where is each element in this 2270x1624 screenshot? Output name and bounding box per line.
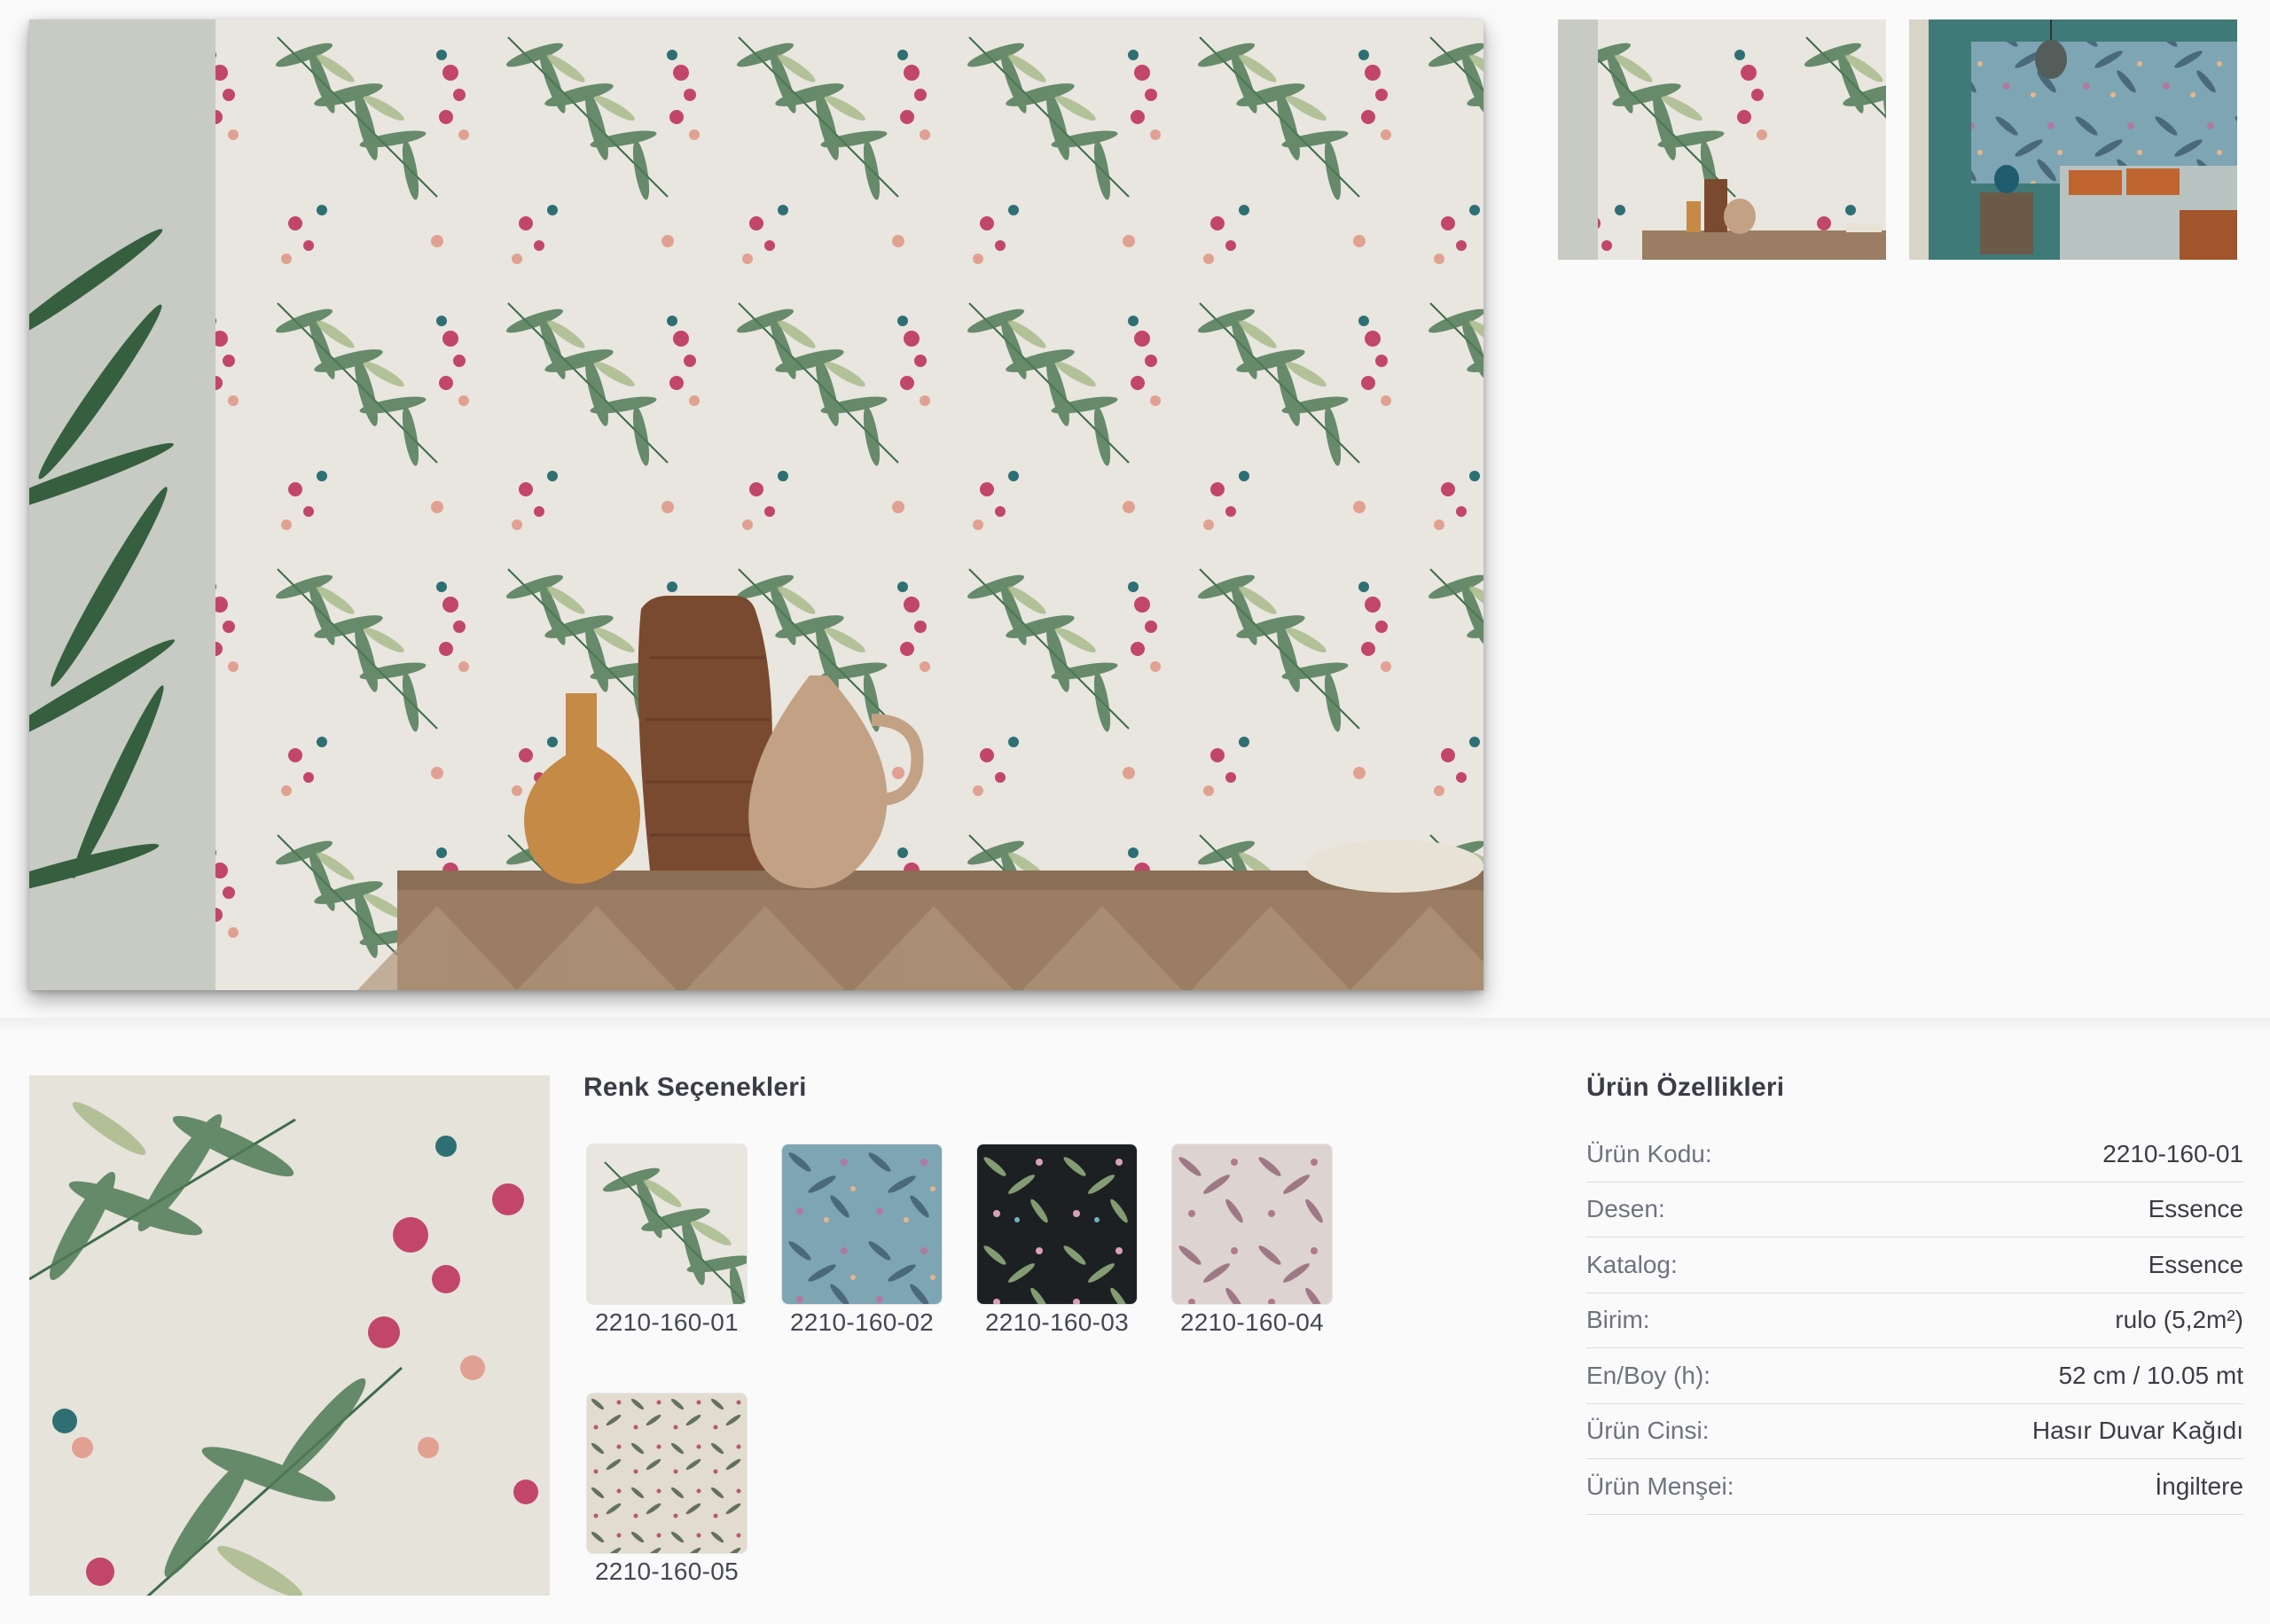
color-chip[interactable] [976, 1144, 1138, 1305]
color-option-05[interactable]: 2210-160-05 [584, 1393, 749, 1586]
spec-label: Desen: [1586, 1195, 1665, 1223]
gallery-thumbnail-1[interactable] [1558, 20, 1886, 260]
product-specs-table: Ürün Kodu: 2210-160-01 Desen: Essence Ka… [1586, 1127, 2243, 1515]
floral-wallpaper-swatch-icon [29, 1075, 550, 1596]
spec-value: İngiltere [2155, 1472, 2243, 1500]
spec-row-type: Ürün Cinsi: Hasır Duvar Kağıdı [1586, 1404, 2243, 1459]
color-chip[interactable] [586, 1393, 748, 1554]
color-options-title: Renk Seçenekleri [583, 1073, 807, 1102]
color-option-code: 2210-160-03 [984, 1308, 1130, 1336]
spec-value: Hasır Duvar Kağıdı [2031, 1417, 2243, 1445]
color-option-code: 2210-160-05 [594, 1558, 740, 1585]
spec-value: rulo (5,2m²) [2115, 1306, 2243, 1334]
wallpaper-bedroom-thumbnail-icon [1909, 20, 2237, 260]
color-option-code: 2210-160-04 [1179, 1308, 1325, 1336]
color-option-02[interactable]: 2210-160-02 [779, 1144, 944, 1337]
section-divider [0, 1018, 2270, 1028]
spec-value: Essence [2148, 1250, 2243, 1278]
spec-row-origin: Ürün Menşei: İngiltere [1586, 1459, 2243, 1515]
spec-label: Birim: [1586, 1306, 1650, 1334]
color-chip[interactable] [781, 1144, 943, 1305]
spec-row-unit: Birim: rulo (5,2m²) [1586, 1293, 2243, 1348]
product-page: Renk Seçenekleri 2210-160-01 2210-160-02… [0, 0, 2270, 1624]
spec-row-catalog: Katalog: Essence [1586, 1238, 2243, 1293]
main-product-image[interactable] [29, 20, 1483, 990]
spec-value: 2210-160-01 [2102, 1139, 2243, 1167]
product-specs-title: Ürün Özellikleri [1586, 1073, 1785, 1102]
spec-label: En/Boy (h): [1586, 1361, 1711, 1389]
color-option-code: 2210-160-01 [594, 1308, 740, 1336]
product-details: Renk Seçenekleri 2210-160-01 2210-160-02… [0, 1028, 2270, 1624]
spec-label: Ürün Kodu: [1586, 1139, 1712, 1167]
spec-label: Ürün Cinsi: [1586, 1417, 1710, 1445]
color-option-04[interactable]: 2210-160-04 [1170, 1144, 1335, 1337]
spec-label: Katalog: [1586, 1250, 1678, 1278]
floral-wallpaper-room-icon [29, 20, 1483, 990]
product-gallery [0, 0, 2270, 1018]
wallpaper-room-thumbnail-icon [1558, 20, 1886, 260]
spec-row-pattern: Desen: Essence [1586, 1183, 2243, 1238]
color-chip[interactable] [586, 1144, 748, 1305]
pattern-swatch-image[interactable] [29, 1075, 550, 1596]
spec-label: Ürün Menşei: [1586, 1472, 1734, 1500]
spec-value: Essence [2148, 1195, 2243, 1223]
spec-row-dimensions: En/Boy (h): 52 cm / 10.05 mt [1586, 1348, 2243, 1404]
gallery-thumbnail-2[interactable] [1909, 20, 2237, 260]
spec-value: 52 cm / 10.05 mt [2058, 1361, 2243, 1389]
color-option-code: 2210-160-02 [789, 1308, 935, 1336]
spec-row-product-code: Ürün Kodu: 2210-160-01 [1586, 1127, 2243, 1183]
color-option-03[interactable]: 2210-160-03 [975, 1144, 1139, 1337]
color-option-01[interactable]: 2210-160-01 [584, 1144, 749, 1337]
color-chip[interactable] [1171, 1144, 1333, 1305]
